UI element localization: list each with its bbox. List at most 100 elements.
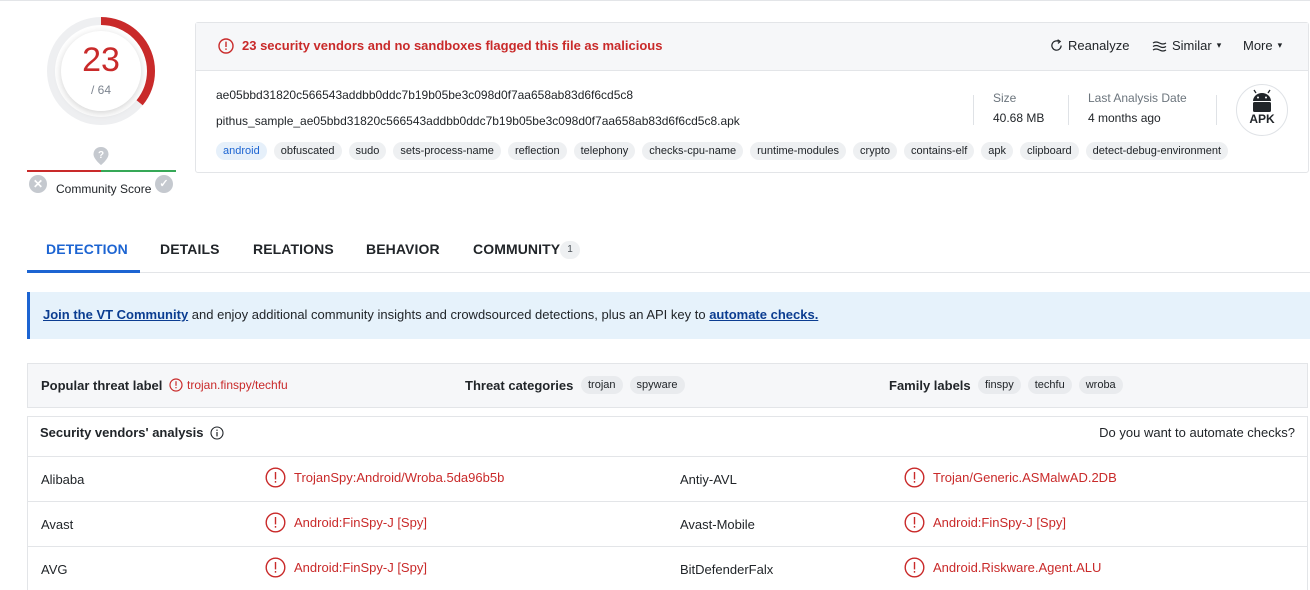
vendor-name: Antiy-AVL <box>680 472 737 487</box>
vendor-name: Avast <box>41 517 74 532</box>
popular-threat-value: trojan.finspy/techfu <box>187 378 288 392</box>
top-divider <box>0 0 1310 1</box>
threat-category-tag[interactable]: spyware <box>629 376 685 394</box>
svg-text:?: ? <box>98 150 104 161</box>
tab-behavior[interactable]: BEHAVIOR <box>366 241 440 257</box>
last-analysis-label: Last Analysis Date <box>1088 91 1187 105</box>
file-hash[interactable]: ae05bbd31820c566543addbb0ddc7b19b05be3c0… <box>216 88 633 102</box>
file-tag[interactable]: sudo <box>348 142 387 160</box>
file-tag[interactable]: sets-process-name <box>393 142 501 160</box>
banner-middle-text: and enjoy additional community insights … <box>188 307 710 322</box>
community-score-bar-negative <box>27 170 101 172</box>
automate-checks-link[interactable]: automate checks. <box>709 307 818 322</box>
join-community-link[interactable]: Join the VT Community <box>43 307 188 322</box>
community-score-bar-positive <box>101 170 176 172</box>
similar-label: Similar <box>1172 38 1212 53</box>
alert-circle-icon <box>265 512 286 533</box>
family-label-tag[interactable]: finspy <box>978 376 1021 394</box>
threat-categories-title: Threat categories <box>465 378 574 393</box>
file-summary-card: 23 security vendors and no sandboxes fla… <box>195 22 1309 173</box>
community-count-badge: 1 <box>560 241 580 259</box>
alert-circle-icon <box>218 38 234 54</box>
tab-detection[interactable]: DETECTION <box>46 241 128 257</box>
vendor-name: AVG <box>41 562 68 577</box>
file-tag[interactable]: obfuscated <box>273 142 342 160</box>
file-tag[interactable]: detect-debug-environment <box>1085 142 1229 160</box>
file-tag[interactable]: apk <box>981 142 1014 160</box>
table-row: Alibaba TrojanSpy:Android/Wroba.5da96b5b A… <box>28 457 1307 502</box>
more-dropdown[interactable]: More ▾ <box>1243 38 1282 53</box>
file-tag[interactable]: crypto <box>853 142 898 160</box>
file-tag[interactable]: checks-cpu-name <box>642 142 744 160</box>
family-labels-title: Family labels <box>889 378 971 393</box>
report-tabs: DETECTION DETAILS RELATIONS BEHAVIOR COM… <box>27 228 1310 273</box>
android-icon <box>1253 89 1271 112</box>
vendor-result-text: Trojan/Generic.ASMalwAD.2DB <box>933 470 1117 485</box>
file-type-badge: APK <box>1236 84 1288 136</box>
vendors-title-text: Security vendors' analysis <box>40 425 204 440</box>
community-banner: Join the VT Community and enjoy addition… <box>27 292 1310 339</box>
vendor-name: Alibaba <box>41 472 85 487</box>
vendor-result-text: Android.Riskware.Agent.ALU <box>933 560 1102 575</box>
table-row: Avast Android:FinSpy-J [Spy] Avast-Mobile A… <box>28 502 1307 547</box>
vendors-table-header: Security vendors' analysis Do you want t… <box>28 417 1307 457</box>
info-icon[interactable] <box>209 425 224 440</box>
active-tab-indicator <box>27 270 140 273</box>
family-label-tag[interactable]: techfu <box>1027 376 1072 394</box>
chevron-down-icon: ▾ <box>1277 40 1283 50</box>
tab-relations[interactable]: RELATIONS <box>253 241 334 257</box>
size-label: Size <box>993 91 1017 105</box>
vote-harmless-icon[interactable]: ✓ <box>155 175 173 193</box>
chevron-down-icon: ▾ <box>1216 40 1222 50</box>
threat-category-tag[interactable]: trojan <box>581 376 623 394</box>
threat-category-tags: trojan spyware <box>581 376 685 394</box>
meta-divider <box>1068 95 1069 125</box>
popular-threat-label[interactable]: trojan.finspy/techfu <box>169 378 288 392</box>
vendors-analysis-table: Security vendors' analysis Do you want t… <box>27 416 1308 590</box>
vendor-name: BitDefenderFalx <box>680 562 774 577</box>
file-tag[interactable]: android <box>216 142 267 160</box>
community-banner-text: Join the VT Community and enjoy addition… <box>43 307 818 322</box>
automate-checks-prompt[interactable]: Do you want to automate checks? <box>1099 425 1295 440</box>
meta-divider <box>973 95 974 125</box>
detection-alert-bar: 23 security vendors and no sandboxes fla… <box>196 23 1308 71</box>
vote-malicious-icon[interactable]: ✕ <box>29 175 47 193</box>
vendor-result: Trojan/Generic.ASMalwAD.2DB <box>904 467 1117 488</box>
size-value: 40.68 MB <box>993 111 1045 125</box>
popular-threat-label-title: Popular threat label <box>41 378 163 393</box>
detection-count: 23 <box>82 41 120 79</box>
alert-circle-icon <box>265 467 286 488</box>
similar-dropdown[interactable]: Similar ▾ <box>1152 38 1221 53</box>
vendor-result-text: Android:FinSpy-J [Spy] <box>294 560 427 575</box>
tab-community[interactable]: COMMUNITY <box>473 241 560 257</box>
file-type-label: APK <box>1249 112 1275 126</box>
vendor-name: Avast-Mobile <box>680 517 755 532</box>
engine-total: / 64 <box>90 83 111 97</box>
threat-summary-bar: Popular threat label trojan.finspy/techf… <box>27 363 1308 408</box>
vendor-result-text: Android:FinSpy-J [Spy] <box>933 515 1066 530</box>
family-label-tag[interactable]: wroba <box>1078 376 1123 394</box>
vendor-result: Android.Riskware.Agent.ALU <box>904 557 1101 578</box>
meta-divider <box>1216 95 1217 125</box>
vendors-analysis-title: Security vendors' analysis <box>40 425 224 440</box>
alert-circle-icon <box>904 467 925 488</box>
file-name: pithus_sample_ae05bbd31820c566543addbb0d… <box>216 114 740 128</box>
file-tag[interactable]: runtime-modules <box>750 142 847 160</box>
file-tag[interactable]: reflection <box>507 142 567 160</box>
vendor-result-text: TrojanSpy:Android/Wroba.5da96b5b <box>294 470 505 485</box>
last-analysis-value: 4 months ago <box>1088 111 1161 125</box>
alert-circle-icon <box>265 557 286 578</box>
vendor-result: Android:FinSpy-J [Spy] <box>265 557 427 578</box>
similar-icon <box>1152 40 1167 52</box>
family-label-tags: finspy techfu wroba <box>978 376 1123 394</box>
tab-details[interactable]: DETAILS <box>160 241 220 257</box>
alert-circle-icon <box>169 378 183 392</box>
reanalyze-button[interactable]: Reanalyze <box>1050 38 1129 53</box>
refresh-icon <box>1051 39 1062 51</box>
file-tag[interactable]: contains-elf <box>904 142 975 160</box>
table-row: AVG Android:FinSpy-J [Spy] BitDefenderFalx… <box>28 547 1307 590</box>
alert-circle-icon <box>904 512 925 533</box>
file-tag[interactable]: telephony <box>573 142 636 160</box>
file-tag[interactable]: clipboard <box>1020 142 1079 160</box>
vendor-result-text: Android:FinSpy-J [Spy] <box>294 515 427 530</box>
